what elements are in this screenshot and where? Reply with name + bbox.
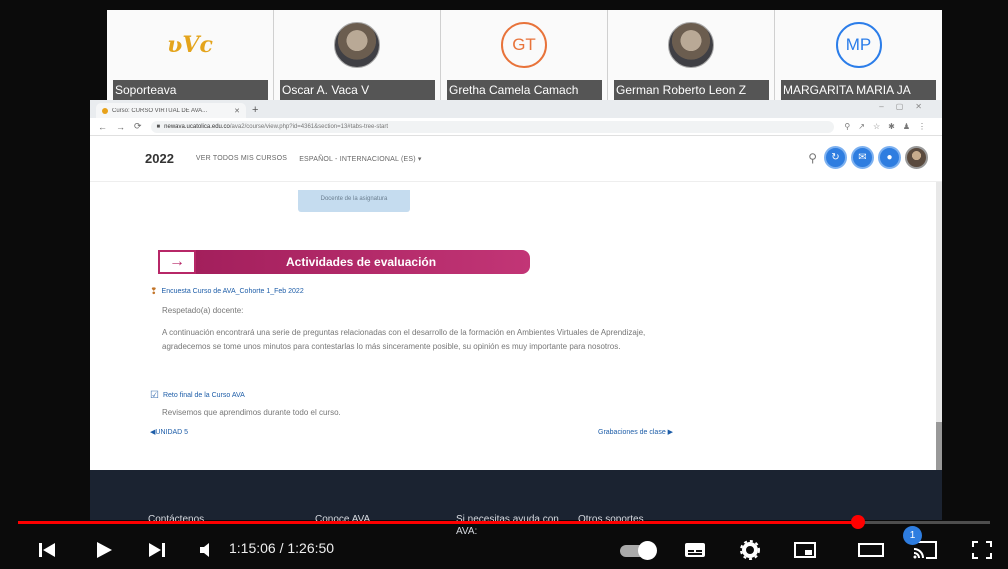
quiz-check-icon: ☑ [150, 390, 159, 401]
browser-toolbar-icons[interactable]: ⚲↗☆✱♟⋮ [844, 122, 934, 131]
previous-icon[interactable] [36, 540, 58, 560]
site-navbar: 2022 VER TODOS MIS CURSOS ESPAÑOL - INTE… [90, 136, 942, 182]
participant-tile[interactable]: German Roberto Leon Z [608, 10, 775, 100]
messages-icon[interactable]: ✉ [851, 146, 874, 169]
avatar: MP [835, 22, 882, 68]
course-content: Docente de la asignatura → Actividades d… [90, 182, 942, 470]
notification-icon[interactable]: ↻ [824, 146, 847, 169]
miniplayer-icon[interactable] [792, 540, 818, 560]
url-field[interactable]: ■ newava.ucatolica.edu.co /ava2/course/v… [150, 120, 835, 133]
browser-tab[interactable]: Curso: CURSO VIRTUAL DE AVA... ✕ [96, 103, 246, 118]
activity-link[interactable]: Reto final de la Curso AVA [163, 392, 245, 399]
activity-final[interactable]: ☑ Reto final de la Curso AVA [150, 390, 245, 401]
video-player[interactable]: ʋVc Soporteava Oscar A. Vaca V GT Gretha… [0, 0, 1008, 569]
participant-name: Soporteava [113, 80, 268, 100]
footer-conoce[interactable]: Conoce AVA [315, 514, 370, 526]
site-icons: ⚲ ↻ ✉ ● [808, 146, 928, 169]
volume-icon[interactable] [197, 540, 219, 560]
footer-others[interactable]: Otros soportes [578, 514, 644, 526]
survey-icon: ❢ [150, 286, 158, 296]
footer-contact[interactable]: Contáctenos [148, 514, 204, 526]
url-host: newava.ucatolica.edu.co [164, 123, 230, 130]
back-icon[interactable]: ← [98, 122, 107, 132]
theater-mode-icon[interactable] [856, 540, 886, 560]
progress-played [18, 521, 858, 524]
notification-badge: 1 [903, 526, 922, 545]
participant-tile[interactable]: MP MARGARITA MARIA JA [775, 10, 942, 100]
lock-icon: ■ [156, 123, 161, 130]
section-title: Actividades de evaluación [196, 250, 530, 274]
avatar-initials: MP [845, 35, 872, 54]
docente-button[interactable]: Docente de la asignatura [298, 190, 410, 212]
play-icon[interactable] [93, 540, 115, 560]
participant-name: Gretha Camela Camach [447, 80, 602, 100]
section-banner: → Actividades de evaluación [158, 250, 530, 274]
scrubber-handle[interactable] [850, 515, 865, 529]
participant-name: German Roberto Leon Z [614, 80, 769, 100]
description-text: A continuación encontrará una serie de p… [162, 328, 646, 351]
participant-tile[interactable]: ʋVc Soporteava [107, 10, 274, 100]
participant-name: MARGARITA MARIA JA [781, 80, 936, 100]
greeting-text: Respetado(a) docente: [162, 306, 244, 315]
participant-tile[interactable]: Oscar A. Vaca V [274, 10, 441, 100]
time-display: 1:15:06 / 1:26:50 [229, 540, 335, 556]
new-tab-icon[interactable]: + [252, 103, 258, 118]
autoplay-toggle-knob[interactable] [638, 541, 657, 560]
ava-logo: ʋVc [160, 30, 220, 60]
language-selector[interactable]: ESPAÑOL - INTERNACIONAL (ES) ▾ [299, 155, 421, 163]
avatar [334, 22, 380, 68]
activity-survey[interactable]: ❢ Encuesta Curso de AVA_Cohorte 1_Feb 20… [150, 286, 304, 297]
search-icon[interactable]: ⚲ [808, 151, 817, 165]
fullscreen-icon[interactable] [970, 540, 994, 560]
settings-gear-icon[interactable] [738, 539, 762, 561]
browser-tabbar: Curso: CURSO VIRTUAL DE AVA... ✕ + –▢✕ [90, 100, 942, 118]
user-avatar[interactable] [905, 146, 928, 169]
forward-icon[interactable]: → [116, 122, 125, 132]
scroll-thumb[interactable] [936, 422, 942, 470]
shared-browser-window: Curso: CURSO VIRTUAL DE AVA... ✕ + –▢✕ ←… [90, 100, 942, 537]
site-year[interactable]: 2022 [145, 151, 174, 166]
page-scrollbar[interactable] [936, 182, 942, 470]
next-icon[interactable] [146, 540, 168, 560]
logo-text: ʋVc [167, 32, 213, 58]
progress-bar[interactable] [18, 521, 990, 524]
prev-section-link[interactable]: ◀UNIDAD 5 [150, 428, 188, 436]
nav-all-courses[interactable]: VER TODOS MIS CURSOS [196, 155, 287, 162]
next-section-link[interactable]: Grabaciones de clase ▶ [598, 428, 673, 436]
settings-icon[interactable]: ● [878, 146, 901, 169]
arrow-right-icon: → [158, 250, 196, 274]
site-footer: Contáctenos Conoce AVA Si necesitas ayud… [90, 470, 942, 537]
activity-link[interactable]: Encuesta Curso de AVA_Cohorte 1_Feb 2022 [162, 288, 304, 295]
avatar-initials: GT [512, 35, 536, 54]
player-controls [0, 531, 1008, 569]
reload-icon[interactable]: ⟳ [134, 121, 142, 132]
avatar: GT [501, 22, 547, 68]
participant-name: Oscar A. Vaca V [280, 80, 435, 100]
tab-title: Curso: CURSO VIRTUAL DE AVA... [112, 107, 208, 114]
avatar [668, 22, 714, 68]
address-bar: ← → ⟳ ■ newava.ucatolica.edu.co /ava2/co… [90, 118, 942, 136]
participant-strip: ʋVc Soporteava Oscar A. Vaca V GT Gretha… [107, 10, 943, 100]
close-icon[interactable]: ✕ [234, 107, 240, 115]
participant-tile[interactable]: GT Gretha Camela Camach [441, 10, 608, 100]
favicon-icon [102, 107, 108, 114]
window-controls[interactable]: –▢✕ [879, 102, 934, 111]
subtitles-icon[interactable] [682, 540, 708, 560]
review-text: Revisemos que aprendimos durante todo el… [162, 408, 341, 417]
url-path: /ava2/course/view.php?id=4361&section=13… [229, 123, 388, 130]
